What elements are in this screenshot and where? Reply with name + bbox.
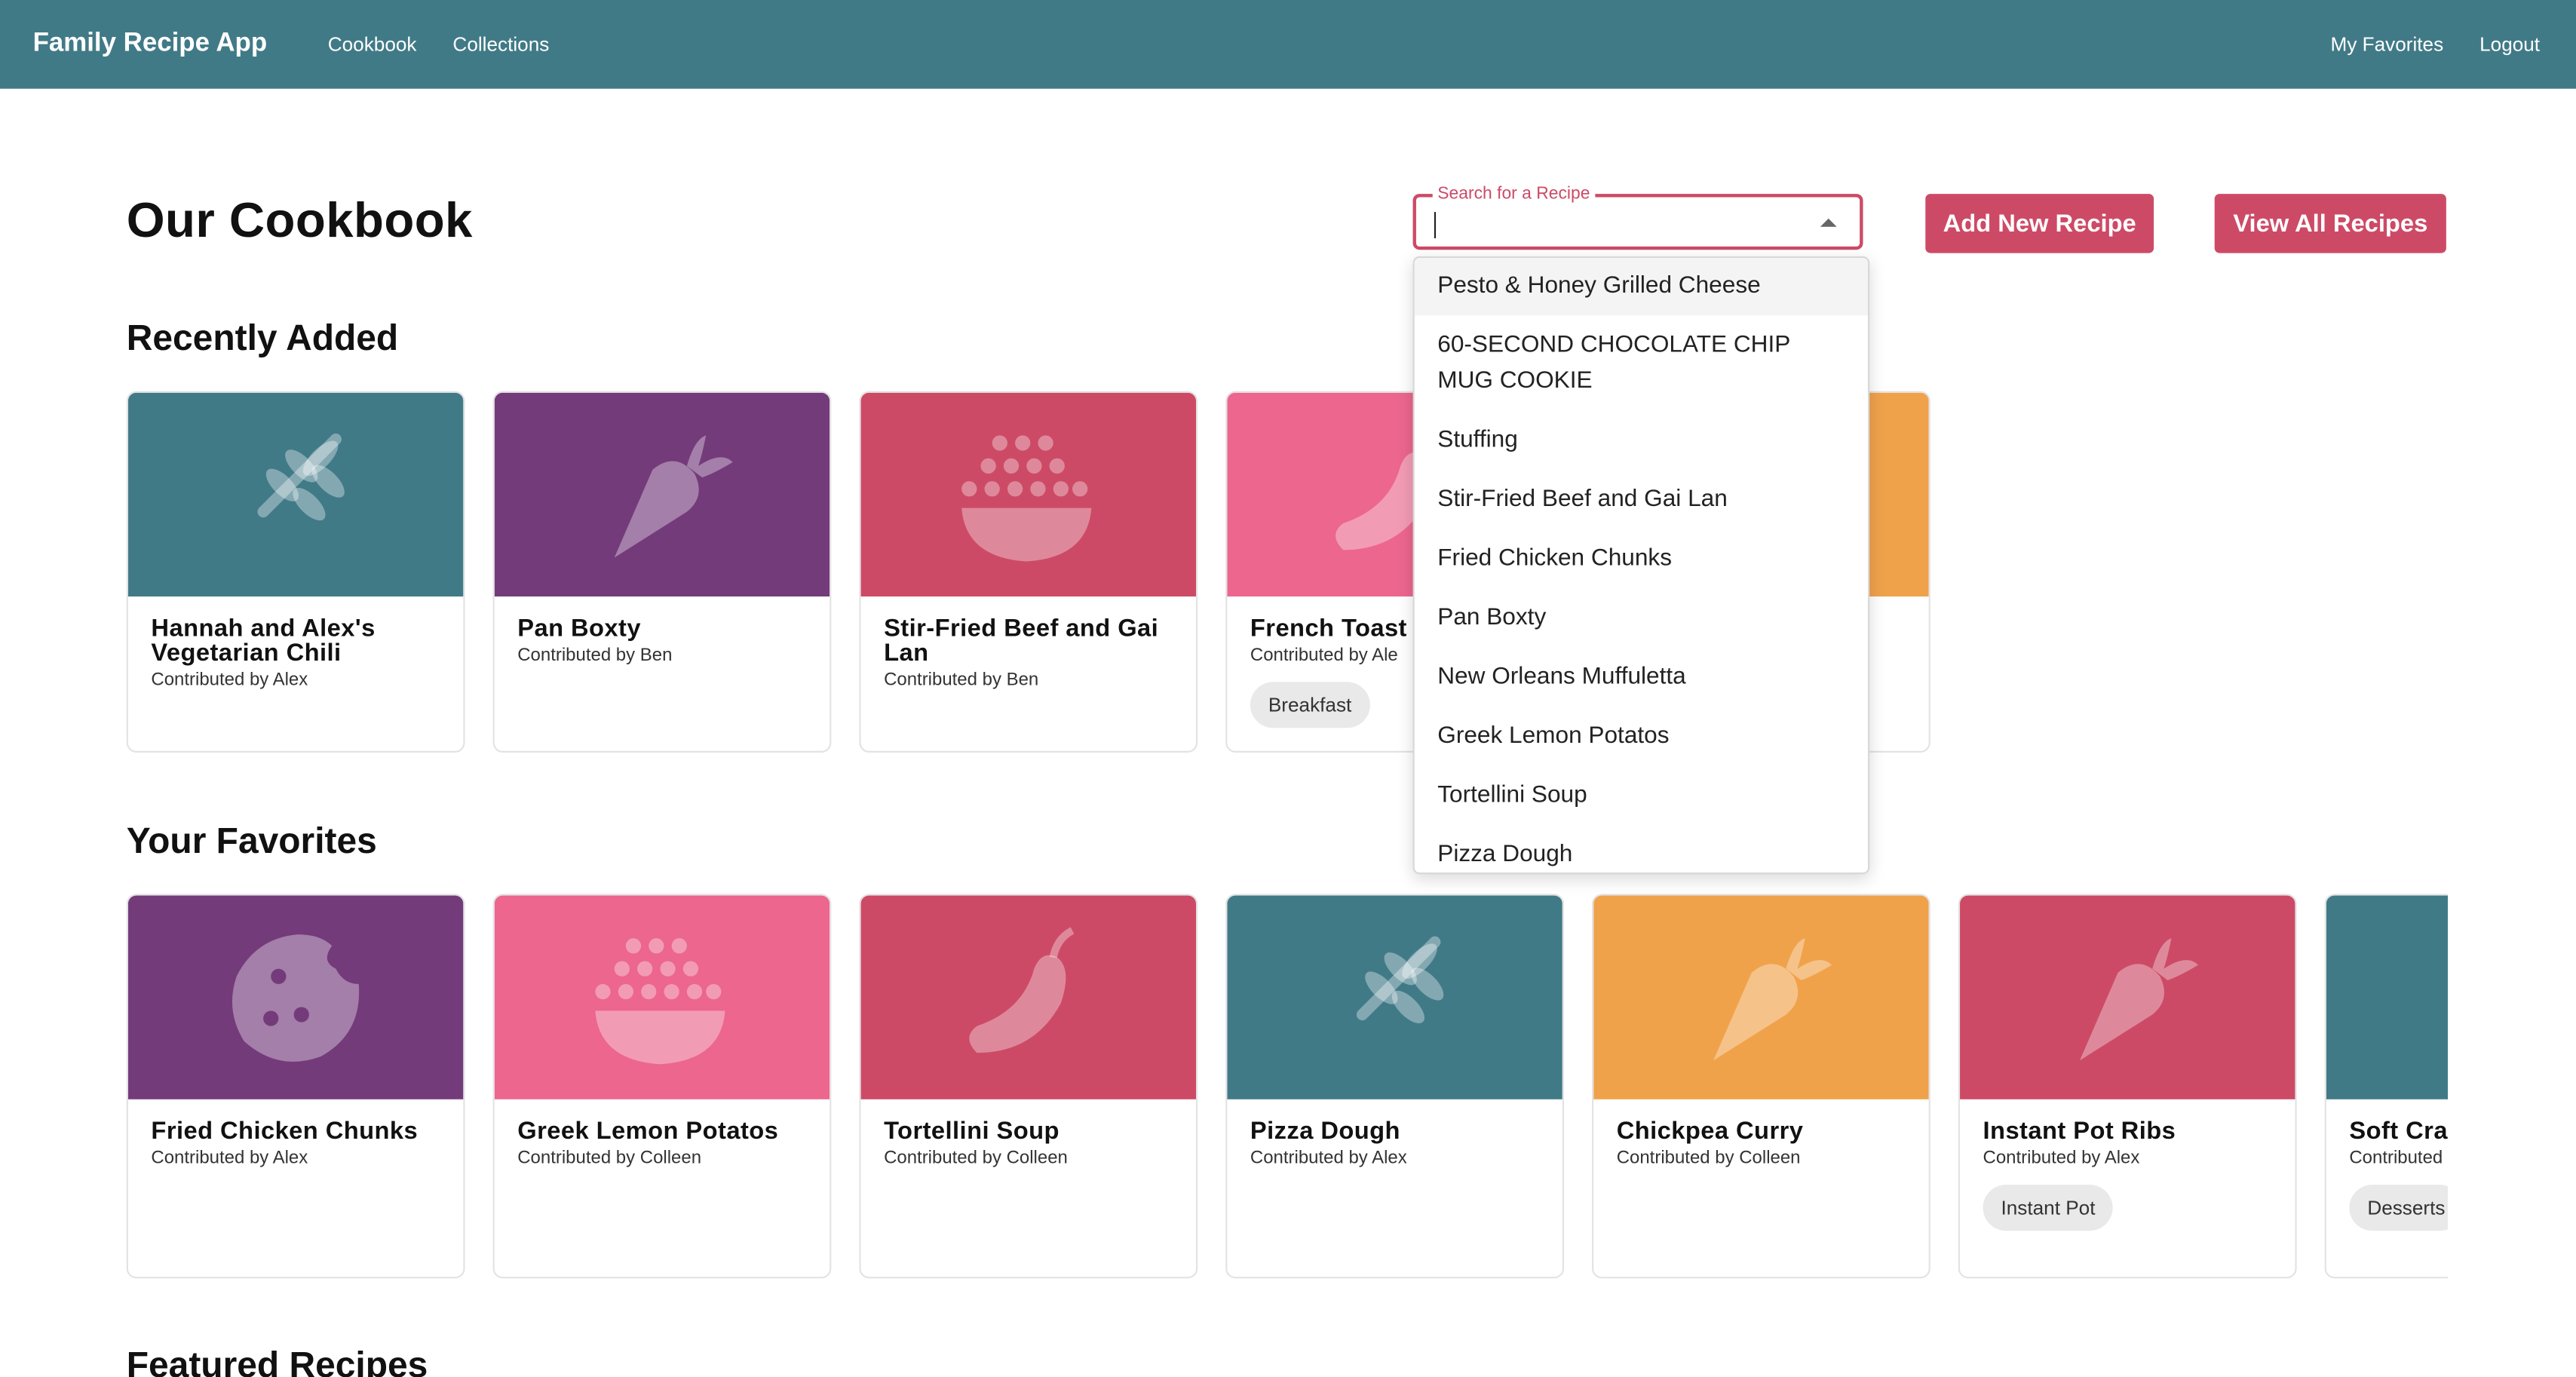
recipe-tag-chip[interactable]: Breakfast (1250, 682, 1370, 728)
recipe-card-body: Pizza Dough Contributed by Alex (1227, 1099, 1562, 1169)
recipe-card-title: Hannah and Alex's Vegetarian Chili (151, 614, 376, 667)
add-new-recipe-button[interactable]: Add New Recipe (1925, 194, 2154, 253)
pepper-icon (958, 927, 1099, 1068)
recipe-card-image (494, 895, 830, 1099)
search-suggestion-option[interactable]: 60-SECOND CHOCOLATE CHIP MUG COOKIE (1415, 315, 1868, 410)
recipe-tag-chip[interactable]: Instant Pot (1983, 1185, 2114, 1231)
search-suggestion-option[interactable]: Tortellini Soup (1415, 765, 1868, 824)
recipe-card-title: Instant Pot Ribs (1983, 1117, 2176, 1145)
recipe-card-contributor: Contributed by Alex (1250, 1149, 1407, 1169)
wheat-icon (225, 424, 366, 565)
search-label: Search for a Recipe (1432, 184, 1595, 204)
recipe-card[interactable]: Tortellini Soup Contributed by Colleen (859, 894, 1198, 1279)
recipe-search-combobox[interactable]: Search for a Recipe (1412, 184, 1863, 250)
recipe-card-contributor: Contributed by Alex (1983, 1149, 2140, 1169)
section-heading-featured: Featured Recipes (126, 1344, 428, 1377)
recipe-card-image (1227, 895, 1562, 1099)
recipe-card-contributor: Contributed by Ben (517, 646, 673, 666)
recipe-card-body: Stir-Fried Beef and Gai Lan Contributed b… (861, 596, 1196, 690)
section-heading-recent: Recently Added (126, 317, 399, 359)
row-clip-mask (2448, 887, 2576, 1299)
recipe-card-title: Stir-Fried Beef and Gai Lan (884, 614, 1159, 667)
recipe-card-image (860, 392, 1196, 596)
recipe-card[interactable]: Hannah and Alex's Vegetarian Chili Contri… (126, 391, 465, 753)
recipe-card-title: Tortellini Soup (884, 1117, 1060, 1145)
recipe-card-title: Pizza Dough (1250, 1117, 1400, 1145)
nav-link-logout[interactable]: Logout (2479, 33, 2540, 57)
recipe-card-title: Pan Boxty (517, 614, 641, 642)
nav-link-collections[interactable]: Collections (452, 33, 549, 57)
search-suggestion-option[interactable]: Pesto & Honey Grilled Cheese (1414, 258, 1869, 316)
recipe-card-contributor: Contributed by Alex (151, 1149, 308, 1169)
recipe-card[interactable]: Fried Chicken Chunks Contributed by Alex (126, 894, 465, 1279)
carrot-icon (591, 424, 733, 565)
recipe-card-body: Chickpea Curry Contributed by Colleen (1593, 1099, 1928, 1169)
nav-right: My Favorites Logout (2295, 33, 2541, 57)
recipe-card-contributor: Contributed by Colleen (1616, 1149, 1801, 1169)
search-suggestion-option[interactable]: Pizza Dough (1415, 825, 1868, 873)
search-suggestions-dropdown: Pesto & Honey Grilled Cheese 60-SECOND CH… (1412, 256, 1870, 875)
recipe-card-image (1593, 895, 1929, 1099)
recipe-card-title: Chickpea Curry (1616, 1117, 1804, 1145)
recipe-card-body: Greek Lemon Potatos Contributed by Collee… (495, 1099, 830, 1169)
recipe-card[interactable]: Pizza Dough Contributed by Alex (1225, 894, 1564, 1279)
app-brand[interactable]: Family Recipe App (33, 29, 268, 59)
search-suggestion-option[interactable]: Greek Lemon Potatos (1415, 707, 1868, 765)
recipe-card-contributor: Contributed by Ben (884, 670, 1039, 691)
recipe-card-body: Instant Pot Ribs Contributed by Alex Insta… (1960, 1099, 2295, 1231)
search-suggestion-option[interactable]: Fried Chicken Chunks (1415, 529, 1868, 588)
recipe-card-image (127, 392, 464, 596)
text-cursor (1434, 212, 1437, 238)
recipe-card-image (494, 392, 830, 596)
search-suggestion-option[interactable]: Stir-Fried Beef and Gai Lan (1415, 470, 1868, 529)
recipe-tag-chip[interactable]: Desserts (2349, 1185, 2464, 1231)
carrot-icon (1691, 927, 1832, 1068)
recipe-card[interactable]: Pan Boxty Contributed by Ben (492, 391, 832, 753)
search-suggestion-option[interactable]: Stuffing (1415, 411, 1868, 470)
cookie-icon (225, 927, 366, 1068)
recipe-card-contributor: Contributed by Alex (151, 670, 308, 691)
recipe-card-title: Greek Lemon Potatos (517, 1117, 779, 1145)
recipe-card[interactable]: Stir-Fried Beef and Gai Lan Contributed b… (859, 391, 1198, 753)
view-all-recipes-button[interactable]: View All Recipes (2214, 194, 2446, 253)
bowl-icon (591, 927, 732, 1068)
wheat-icon (1324, 927, 1465, 1068)
carrot-icon (2057, 927, 2198, 1068)
nav-link-cookbook[interactable]: Cookbook (328, 33, 417, 57)
recipe-card-body: Fried Chicken Chunks Contributed by Alex (128, 1099, 463, 1169)
section-heading-favorites: Your Favorites (126, 820, 377, 861)
recipe-card-image (860, 895, 1196, 1099)
recipe-card-body: Hannah and Alex's Vegetarian Chili Contri… (128, 596, 463, 690)
recipe-card-title: Fried Chicken Chunks (151, 1117, 419, 1145)
recipe-card-image (127, 895, 464, 1099)
recipe-card-contributor: Contributed by Colleen (517, 1149, 702, 1169)
recipe-card-contributor: Contributed by Colleen (884, 1149, 1068, 1169)
page-title: Our Cookbook (126, 194, 473, 249)
recipe-card-image (1960, 895, 2295, 1099)
recipe-card[interactable]: Instant Pot Ribs Contributed by Alex Insta… (1958, 894, 2297, 1279)
recipe-card-body: Tortellini Soup Contributed by Colleen (861, 1099, 1196, 1169)
top-navbar: Family Recipe App Cookbook Collections M… (0, 0, 2576, 89)
search-input[interactable] (1432, 207, 1811, 237)
recipe-card[interactable]: Chickpea Curry Contributed by Colleen (1592, 894, 1930, 1279)
bowl-icon (958, 424, 1099, 565)
nav-link-my-favorites[interactable]: My Favorites (2331, 33, 2444, 57)
search-suggestion-option[interactable]: New Orleans Muffuletta (1415, 648, 1868, 707)
search-suggestion-option[interactable]: Pan Boxty (1415, 588, 1868, 647)
recipe-card-body: Pan Boxty Contributed by Ben (495, 596, 830, 666)
recipe-card[interactable]: Greek Lemon Potatos Contributed by Collee… (492, 894, 832, 1279)
dropdown-arrow-icon[interactable] (1820, 218, 1837, 227)
